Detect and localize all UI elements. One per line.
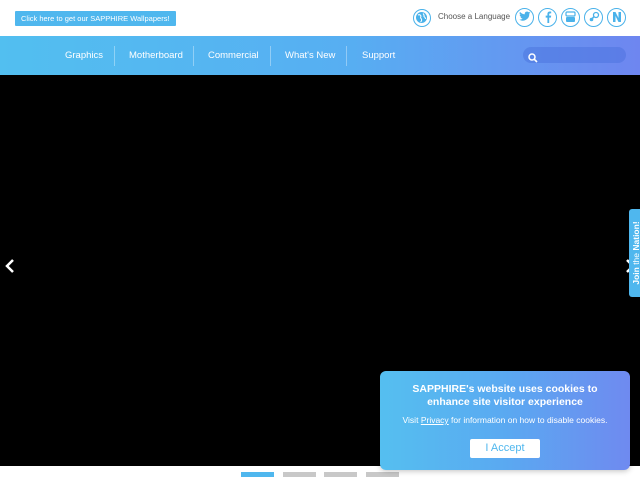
page: Click here to get our SAPPHIRE Wallpaper… bbox=[0, 0, 640, 480]
steam-icon[interactable] bbox=[584, 8, 603, 27]
cookie-banner: SAPPHIRE's website uses cookies to enhan… bbox=[380, 371, 630, 470]
join-nation-tab[interactable]: Join the Nation! bbox=[629, 209, 640, 297]
carousel-dot-4[interactable] bbox=[366, 472, 399, 477]
carousel-dot-2[interactable] bbox=[283, 472, 316, 477]
prev-slide-arrow[interactable] bbox=[5, 258, 15, 279]
facebook-icon[interactable] bbox=[538, 8, 557, 27]
top-bar: Click here to get our SAPPHIRE Wallpaper… bbox=[0, 0, 640, 36]
nav-divider bbox=[114, 46, 115, 66]
youtube-icon[interactable] bbox=[561, 8, 580, 27]
nav-item-graphics[interactable]: Graphics bbox=[65, 36, 103, 75]
cookie-text: Visit Privacy for information on how to … bbox=[402, 415, 608, 425]
accept-cookies-button[interactable]: I Accept bbox=[470, 439, 540, 458]
twitter-icon[interactable] bbox=[515, 8, 534, 27]
nav-divider bbox=[193, 46, 194, 66]
join-nation-label: Join the Nation! bbox=[631, 221, 640, 285]
nav-divider bbox=[346, 46, 347, 66]
search-icon[interactable] bbox=[528, 50, 538, 63]
cookie-title: SAPPHIRE's website uses cookies to enhan… bbox=[412, 383, 598, 408]
search-input[interactable] bbox=[523, 47, 626, 63]
globe-icon[interactable] bbox=[413, 9, 431, 27]
nav-divider bbox=[270, 46, 271, 66]
nav-item-motherboard[interactable]: Motherboard bbox=[129, 36, 183, 75]
carousel-dot-1[interactable] bbox=[241, 472, 274, 477]
n-icon[interactable] bbox=[607, 8, 626, 27]
nav-item-support[interactable]: Support bbox=[362, 36, 395, 75]
language-selector[interactable]: Choose a Language bbox=[438, 12, 510, 21]
privacy-link[interactable]: Privacy bbox=[421, 415, 449, 425]
carousel-dot-3[interactable] bbox=[324, 472, 357, 477]
nav-item-commercial[interactable]: Commercial bbox=[208, 36, 259, 75]
nav-item-whats-new[interactable]: What's New bbox=[285, 36, 335, 75]
wallpaper-button[interactable]: Click here to get our SAPPHIRE Wallpaper… bbox=[15, 11, 176, 26]
